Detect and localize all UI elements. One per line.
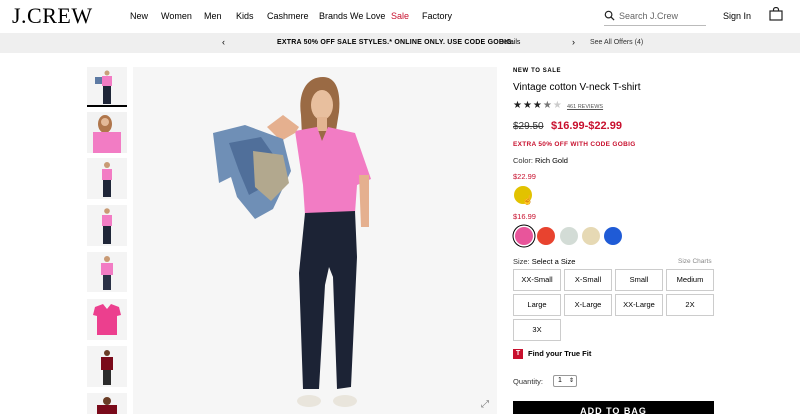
size-xx-small-button[interactable]: XX-Small <box>513 269 561 291</box>
size-2x-button[interactable]: 2X <box>666 294 714 316</box>
search-input[interactable]: Search J.Crew <box>604 9 706 26</box>
jcrew-logo[interactable]: J.CREW <box>12 3 93 29</box>
swatch-red[interactable] <box>537 227 555 245</box>
size-label: Size: Select a Size <box>513 257 575 266</box>
thumbnail-1[interactable] <box>87 67 127 107</box>
size-large-button[interactable]: Large <box>513 294 561 316</box>
size-x-small-button[interactable]: X-Small <box>564 269 612 291</box>
nav-new[interactable]: New <box>130 11 148 21</box>
sign-in-link[interactable]: Sign In <box>723 11 751 21</box>
new-to-sale-tag: NEW TO SALE <box>513 68 562 74</box>
thumbnail-3[interactable] <box>87 158 127 199</box>
thumbnail-image <box>87 346 127 387</box>
size-label-text: Size: <box>513 257 530 266</box>
size-medium-button[interactable]: Medium <box>666 269 714 291</box>
swatch-khaki[interactable] <box>582 227 600 245</box>
thumbnail-5[interactable] <box>87 252 127 292</box>
nav-factory[interactable]: Factory <box>422 11 452 21</box>
select-arrows-icon: ⇕ <box>568 378 574 384</box>
star-empty-icon: ★ <box>552 100 563 111</box>
size-small-button[interactable]: Small <box>615 269 663 291</box>
size-value: Select a Size <box>531 257 576 266</box>
promo-details-link[interactable]: Details <box>499 39 520 46</box>
expand-icon[interactable]: ⤢ <box>481 399 489 410</box>
reviews-link[interactable]: 461 REVIEWS <box>567 104 603 110</box>
extra-offer-text: EXTRA 50% OFF WITH CODE GOBIG <box>513 141 636 148</box>
original-price: $29.50 <box>513 121 544 132</box>
see-all-offers-link[interactable]: See All Offers (4) <box>590 39 643 46</box>
swatch-blue[interactable] <box>604 227 622 245</box>
promo-bar: ‹ EXTRA 50% OFF SALE STYLES.* ONLINE ONL… <box>0 33 800 53</box>
true-fit-link[interactable]: T Find your True Fit <box>513 349 592 360</box>
nav-brands-we-love[interactable]: Brands We Love <box>319 11 385 21</box>
nav-cashmere[interactable]: Cashmere <box>267 11 309 21</box>
chevron-right-icon[interactable]: › <box>572 38 575 47</box>
nav-women[interactable]: Women <box>161 11 192 21</box>
thumbnail-8[interactable] <box>87 393 127 414</box>
swatch-group-price-2: $16.99 <box>513 212 536 221</box>
quantity-value: 1 <box>558 377 562 384</box>
swatch-pink[interactable] <box>515 227 533 245</box>
promo-text: EXTRA 50% OFF SALE STYLES.* ONLINE ONLY.… <box>277 39 515 46</box>
true-fit-icon: T <box>513 349 523 360</box>
search-icon <box>604 10 615 21</box>
swatch-mint[interactable] <box>560 227 578 245</box>
color-value: Rich Gold <box>535 156 568 165</box>
thumbnail-image <box>87 158 127 199</box>
thumbnail-2[interactable] <box>87 112 127 153</box>
thumbnail-4[interactable] <box>87 205 127 246</box>
star-icon: ★★★ <box>513 100 543 111</box>
quantity-select[interactable]: 1 ⇕ <box>553 375 577 387</box>
product-title: Vintage cotton V-neck T-shirt <box>513 82 641 93</box>
size-3x-button[interactable]: 3X <box>513 319 561 341</box>
size-charts-link[interactable]: Size Charts <box>678 258 712 265</box>
chevron-left-icon[interactable]: ‹ <box>222 38 225 47</box>
add-to-bag-button[interactable]: ADD TO BAG <box>513 401 714 414</box>
nav-men[interactable]: Men <box>204 11 222 21</box>
thumbnail-image <box>87 299 127 340</box>
quantity-label: Quantity: <box>513 377 544 386</box>
thumbnail-image <box>87 393 127 414</box>
size-x-large-button[interactable]: X-Large <box>564 294 612 316</box>
color-label: Color: Rich Gold <box>513 156 568 165</box>
main-product-image[interactable]: ⤢ <box>133 67 497 414</box>
color-label-text: Color: <box>513 156 534 165</box>
true-fit-label: Find your True Fit <box>528 349 592 358</box>
size-xx-large-button[interactable]: XX-Large <box>615 294 663 316</box>
thumbnail-image <box>87 252 127 292</box>
swatch-group-price-1: $22.99 <box>513 172 536 181</box>
thumbnail-image <box>87 205 127 246</box>
thumbnail-image <box>87 112 127 153</box>
half-star-icon: ★ <box>542 100 553 111</box>
sale-price-range: $16.99-$22.99 <box>551 120 622 132</box>
rating-stars[interactable]: ★★★★★ <box>513 100 563 111</box>
thumbnail-7[interactable] <box>87 346 127 387</box>
hand-cursor-icon: ☝ <box>522 195 534 205</box>
nav-sale[interactable]: Sale <box>391 11 409 21</box>
model-illustration <box>133 67 497 414</box>
search-placeholder: Search J.Crew <box>619 11 679 21</box>
bag-icon[interactable] <box>769 7 783 21</box>
site-header: J.CREW New Women Men Kids Cashmere Brand… <box>0 0 800 33</box>
thumbnail-6[interactable] <box>87 299 127 340</box>
thumbnail-image <box>87 67 127 105</box>
nav-kids[interactable]: Kids <box>236 11 254 21</box>
